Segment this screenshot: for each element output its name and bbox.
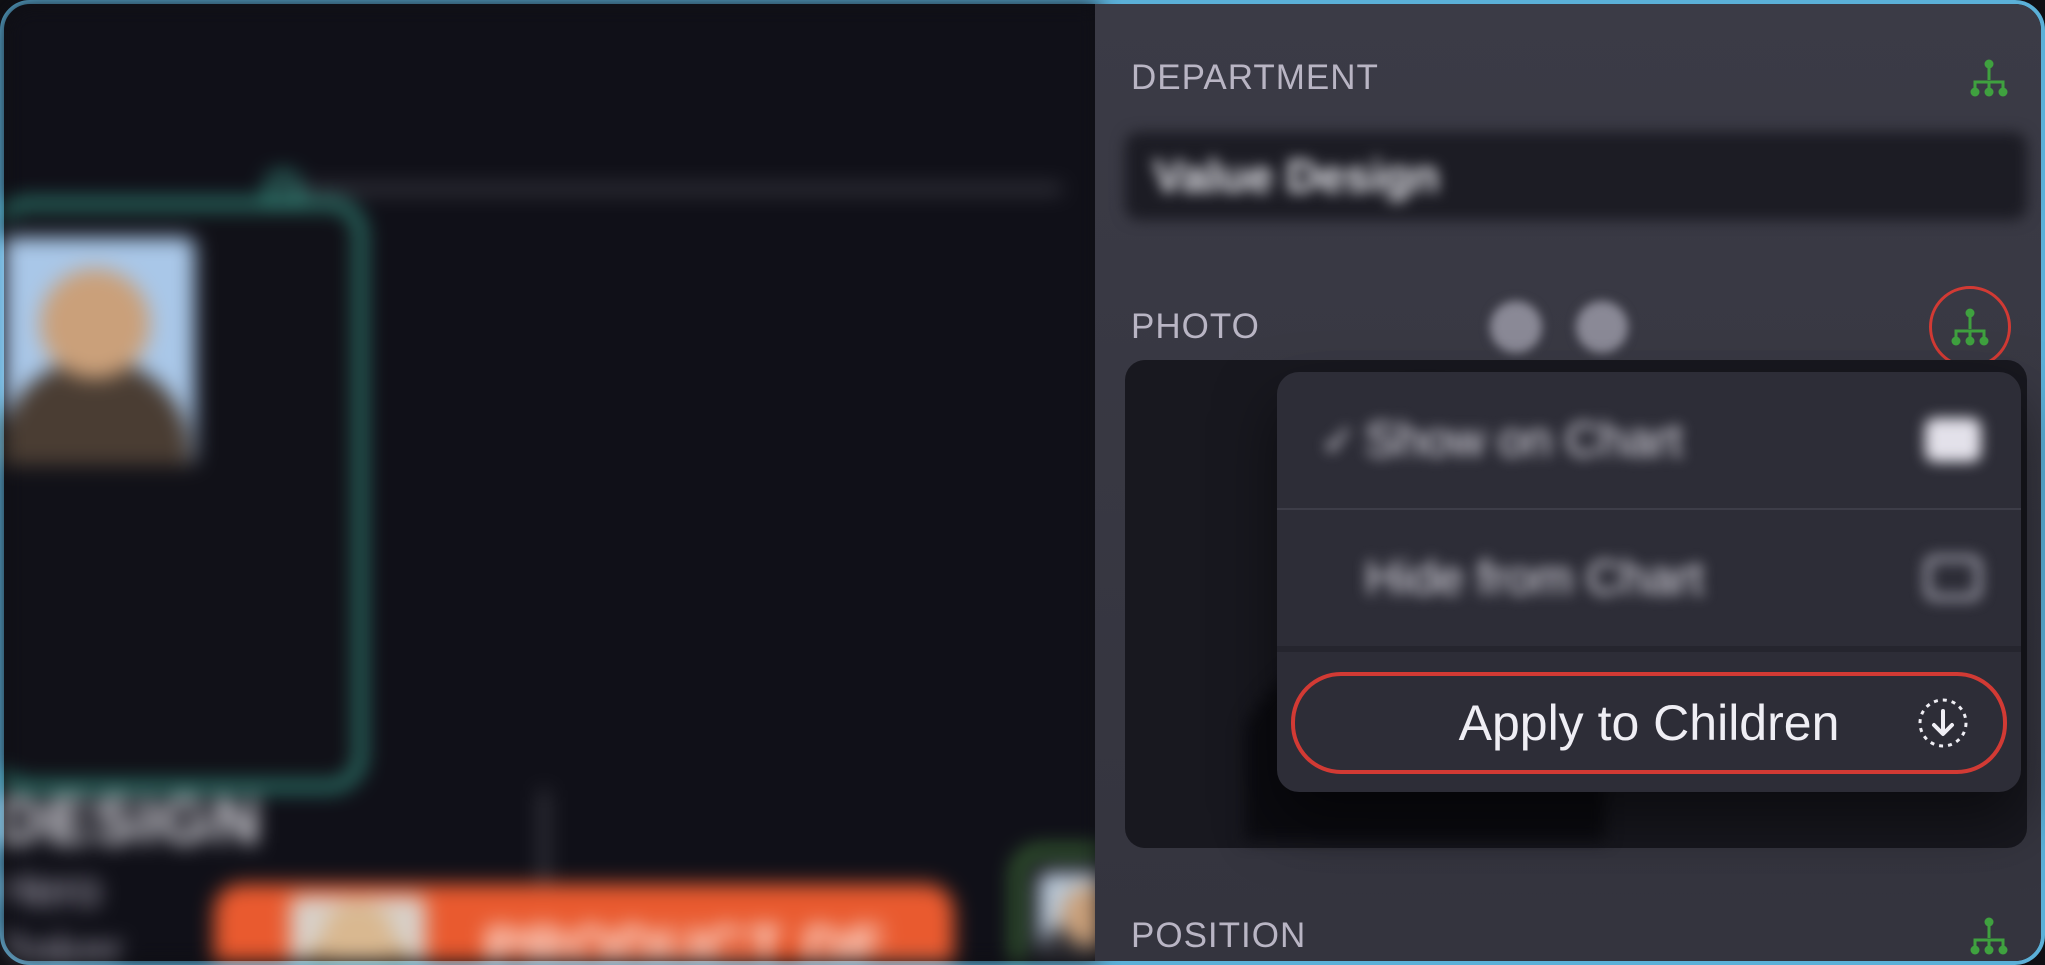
org-card-child[interactable]: PRODUCT DE… [214,884,954,961]
department-value: Value Design [1153,149,1439,203]
annotation-circle [1929,286,2011,368]
menu-separator [1277,646,2021,652]
org-card-selected[interactable]: DESIGN Hero Baker [4,200,364,790]
menu-item-hide-from-chart[interactable]: Hide from Chart [1277,510,2021,646]
photo-shown-icon [1925,418,1981,462]
menu-item-label: Hide from Chart [1365,551,1925,606]
org-card-name: Baker [4,925,122,961]
avatar-photo [1038,872,1099,961]
apply-down-icon [1917,697,1969,749]
department-input[interactable]: Value Design [1125,132,2027,220]
photo-label: PHOTO [1131,307,1260,347]
photo-visibility-menu: ✓ Show on Chart Hide from Chart Apply to… [1277,372,2021,792]
menu-item-label: Show on Chart [1365,413,1925,468]
position-section-header: POSITION [1131,916,2011,956]
avatar-photo [290,896,426,961]
org-chart-canvas[interactable]: DESIGN Hero Baker PRODUCT DE… [4,4,1099,961]
avatar-photo [4,237,195,465]
org-card-title: DESIGN [4,782,262,858]
photo-section-header: PHOTO [1131,286,2011,368]
department-label: DEPARTMENT [1131,58,1379,98]
department-section-header: DEPARTMENT [1131,58,2011,98]
hierarchy-icon[interactable] [1967,916,2011,956]
org-card-child[interactable] [1014,848,1099,961]
org-card-subtitle: Hero [4,863,101,918]
photo-hidden-icon [1925,556,1981,600]
photo-clear-icon[interactable] [1576,301,1628,353]
photo-settings-icon[interactable] [1490,301,1542,353]
inspector-panel: DEPARTMENT Value Design PHOTO ✓ Show on … [1095,4,2041,961]
apply-to-children-button[interactable]: Apply to Children [1291,672,2007,774]
button-label: Apply to Children [1459,694,1840,752]
position-label: POSITION [1131,916,1306,956]
menu-item-show-on-chart[interactable]: ✓ Show on Chart [1277,372,2021,508]
checkmark-icon: ✓ [1321,416,1365,465]
hierarchy-icon[interactable] [1967,58,2011,98]
photo-preview-well[interactable]: ✓ Show on Chart Hide from Chart Apply to… [1125,360,2027,848]
connector-line [282,187,1062,191]
org-card-title: PRODUCT DE… [484,914,947,961]
